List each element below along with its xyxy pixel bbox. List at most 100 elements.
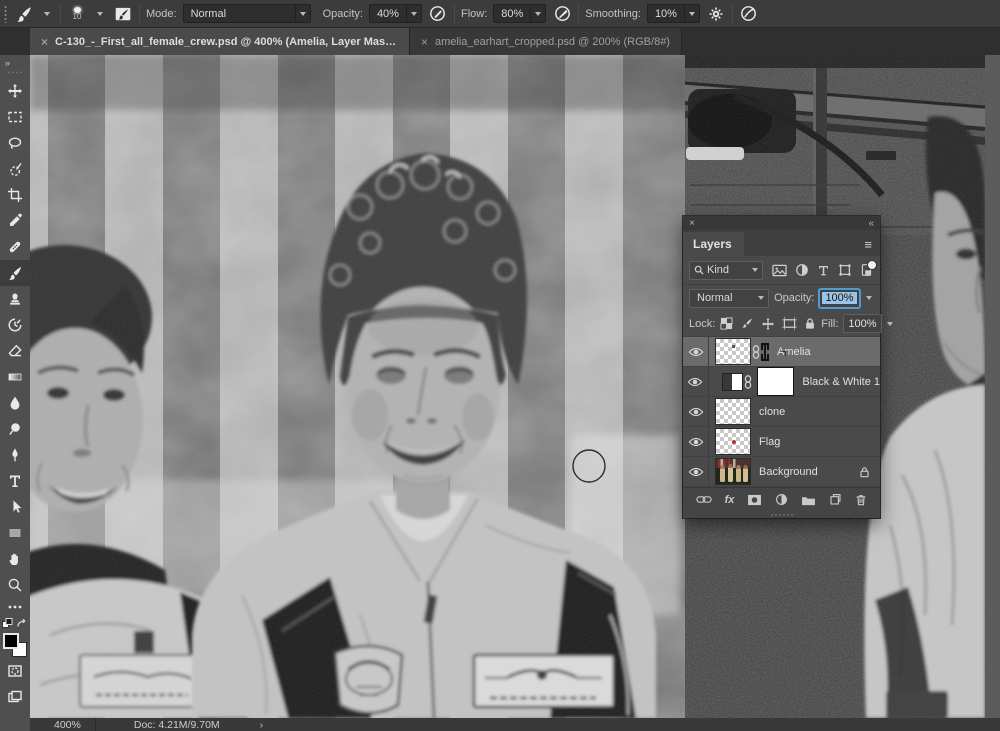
layer-thumbnail[interactable]: [715, 398, 751, 425]
fill-chevron-icon[interactable]: [887, 311, 893, 336]
active-tool-icon[interactable]: [14, 4, 34, 24]
opacity-pressure-icon[interactable]: [428, 4, 448, 24]
layer-mask-thumbnail[interactable]: [757, 367, 794, 396]
status-options-chevron-icon[interactable]: ›: [230, 719, 264, 731]
spot-healing-brush-tool[interactable]: [0, 234, 30, 260]
size-pressure-icon[interactable]: [739, 4, 759, 24]
filter-kind-dropdown[interactable]: Kind: [689, 261, 763, 280]
panel-close-icon[interactable]: ×: [689, 218, 695, 229]
layer-style-fx-button[interactable]: fx: [725, 494, 735, 506]
eraser-tool[interactable]: [0, 338, 30, 364]
tab-close-icon[interactable]: ×: [421, 36, 428, 48]
toolbar-collapse-icon[interactable]: »: [5, 55, 11, 69]
move-tool[interactable]: [0, 78, 30, 104]
airbrush-icon[interactable]: [552, 4, 572, 24]
lock-image-pixels-icon[interactable]: [740, 317, 754, 331]
clone-stamp-tool[interactable]: [0, 286, 30, 312]
quick-mask-mode-icon[interactable]: [0, 658, 30, 684]
new-adjustment-layer-icon[interactable]: [775, 493, 788, 506]
add-layer-mask-icon[interactable]: [747, 494, 762, 506]
color-swatches[interactable]: [2, 632, 28, 658]
visibility-eye-icon[interactable]: [683, 457, 709, 486]
filter-type-layers-icon[interactable]: [817, 264, 830, 277]
filter-pixel-layers-icon[interactable]: [772, 264, 787, 277]
toggle-brush-settings-icon[interactable]: [113, 4, 133, 24]
filter-shape-layers-icon[interactable]: [838, 263, 852, 277]
layer-row-flag[interactable]: Flag: [683, 427, 880, 457]
swap-colors-icon[interactable]: [16, 618, 28, 629]
dodge-tool[interactable]: [0, 416, 30, 442]
zoom-level-field[interactable]: 400%: [30, 719, 95, 731]
adjustment-layer-thumbnail[interactable]: [722, 373, 744, 391]
foreground-color-swatch[interactable]: [3, 633, 19, 649]
smoothing-dropdown[interactable]: 10%: [647, 4, 700, 23]
link-layers-icon[interactable]: [696, 495, 712, 504]
options-bar-grip[interactable]: [3, 5, 8, 23]
toolbar-grip[interactable]: [7, 70, 23, 75]
layer-row-background[interactable]: Background: [683, 457, 880, 487]
layer-row-black-white[interactable]: Black & White 1: [683, 367, 880, 397]
rectangle-tool[interactable]: [0, 520, 30, 546]
layers-panel-tab[interactable]: Layers: [683, 232, 744, 256]
filter-adjustment-layers-icon[interactable]: [795, 263, 809, 277]
tab-c130-crew[interactable]: × C-130_-_First_all_female_crew.psd @ 40…: [30, 28, 410, 55]
default-colors-icon[interactable]: [2, 618, 13, 629]
smoothing-options-gear-icon[interactable]: [706, 4, 726, 24]
layer-row-amelia[interactable]: Amelia: [683, 337, 880, 367]
smoothing-chevron-icon: [684, 5, 699, 22]
path-selection-tool[interactable]: [0, 494, 30, 520]
mode-dropdown[interactable]: Normal: [183, 4, 311, 23]
layer-name[interactable]: clone: [759, 406, 785, 418]
gradient-tool[interactable]: [0, 364, 30, 390]
lock-all-icon[interactable]: [804, 317, 816, 330]
quick-selection-tool[interactable]: [0, 156, 30, 182]
brush-preset-picker[interactable]: 10: [67, 7, 87, 21]
rectangular-marquee-tool[interactable]: [0, 104, 30, 130]
layer-name[interactable]: Black & White 1: [802, 376, 880, 388]
fill-field[interactable]: 100%: [843, 314, 881, 333]
lock-artboard-icon[interactable]: [782, 317, 797, 330]
delete-layer-trash-icon[interactable]: [855, 493, 867, 506]
tool-preset-chevron-icon[interactable]: [40, 0, 54, 27]
layer-thumbnail[interactable]: [715, 338, 751, 365]
brush-picker-chevron-icon[interactable]: [93, 0, 107, 27]
layer-opacity-field[interactable]: 100%: [819, 289, 859, 308]
visibility-eye-icon[interactable]: [683, 427, 709, 456]
layer-mask-thumbnail[interactable]: [764, 345, 766, 359]
tab-amelia-cropped[interactable]: × amelia_earhart_cropped.psd @ 200% (RGB…: [410, 28, 682, 55]
history-brush-tool[interactable]: [0, 312, 30, 338]
layer-opacity-chevron-icon[interactable]: [865, 285, 874, 311]
lock-position-icon[interactable]: [761, 317, 775, 331]
panel-resize-handle[interactable]: [683, 511, 880, 518]
new-layer-icon[interactable]: [829, 493, 842, 506]
hand-tool[interactable]: [0, 546, 30, 572]
screen-mode-icon[interactable]: [0, 684, 30, 710]
type-tool[interactable]: [0, 468, 30, 494]
new-group-folder-icon[interactable]: [801, 494, 816, 506]
layer-row-clone[interactable]: clone: [683, 397, 880, 427]
blur-tool[interactable]: [0, 390, 30, 416]
pen-tool[interactable]: [0, 442, 30, 468]
zoom-tool[interactable]: [0, 572, 30, 598]
visibility-eye-icon[interactable]: [683, 337, 709, 366]
layer-name[interactable]: Flag: [759, 436, 780, 448]
lasso-tool[interactable]: [0, 130, 30, 156]
flow-dropdown[interactable]: 80%: [493, 4, 546, 23]
edit-toolbar-ellipsis-icon[interactable]: [0, 598, 30, 616]
visibility-eye-icon[interactable]: [683, 367, 709, 396]
brush-tool[interactable]: [0, 260, 30, 286]
tab-close-icon[interactable]: ×: [41, 36, 48, 48]
panel-collapse-icon[interactable]: «: [868, 218, 874, 229]
layer-thumbnail[interactable]: [715, 428, 751, 455]
crop-tool[interactable]: [0, 182, 30, 208]
lock-transparency-icon[interactable]: [720, 317, 733, 330]
background-photo-thumbnail[interactable]: [715, 458, 751, 485]
blend-mode-dropdown[interactable]: Normal: [689, 289, 769, 308]
eyedropper-tool[interactable]: [0, 208, 30, 234]
layer-name[interactable]: Background: [759, 466, 818, 478]
tab-title: C-130_-_First_all_female_crew.psd @ 400%…: [55, 36, 398, 48]
filter-toggle-switch[interactable]: [867, 260, 877, 270]
visibility-eye-icon[interactable]: [683, 397, 709, 426]
opacity-dropdown[interactable]: 40%: [369, 4, 422, 23]
panel-menu-icon[interactable]: ≡: [864, 237, 880, 256]
